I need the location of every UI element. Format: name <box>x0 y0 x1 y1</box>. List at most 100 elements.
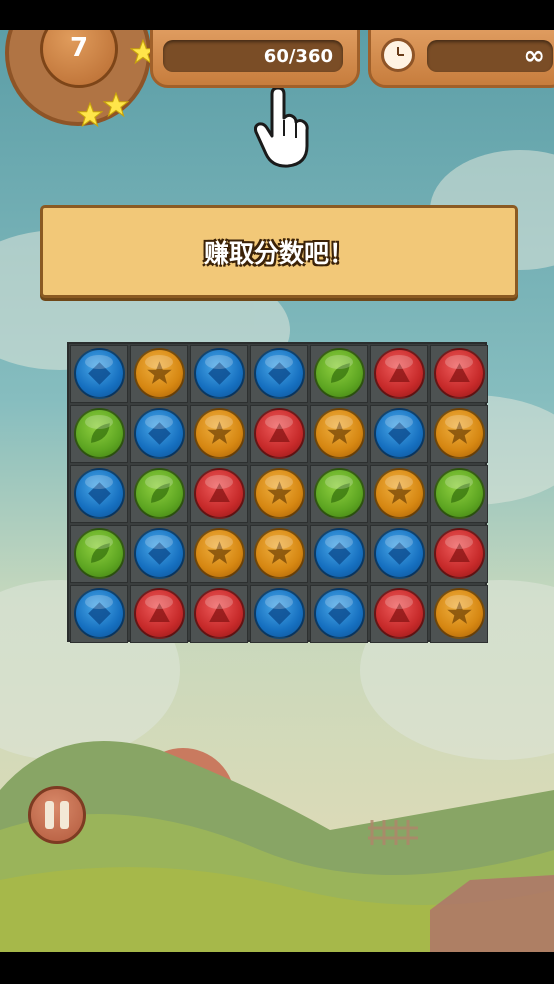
red-triangle-gem[interactable] <box>194 588 245 639</box>
blue-diamond-gem[interactable] <box>74 468 125 519</box>
hand-pointer-icon <box>254 88 309 168</box>
gem-highlight <box>85 475 113 489</box>
pause-icon <box>45 801 54 829</box>
board-cell[interactable] <box>130 345 188 403</box>
blue-diamond-gem[interactable] <box>254 348 305 399</box>
red-triangle-gem[interactable] <box>374 348 425 399</box>
score-panel: 60/360 <box>150 30 360 88</box>
gem-highlight <box>385 535 413 549</box>
gem-highlight <box>85 595 113 609</box>
red-triangle-gem[interactable] <box>254 408 305 459</box>
gem-highlight <box>205 355 233 369</box>
blue-diamond-gem[interactable] <box>194 348 245 399</box>
blue-diamond-gem[interactable] <box>134 408 185 459</box>
star-icon <box>77 102 103 128</box>
board-cell[interactable] <box>70 525 128 583</box>
board-cell[interactable] <box>130 585 188 643</box>
gem-highlight <box>325 415 353 429</box>
red-triangle-gem[interactable] <box>134 588 185 639</box>
green-leaf-gem[interactable] <box>74 408 125 459</box>
board-cell[interactable] <box>130 405 188 463</box>
board-cell[interactable] <box>370 345 428 403</box>
blue-diamond-gem[interactable] <box>254 588 305 639</box>
gem-highlight <box>385 355 413 369</box>
gem-highlight <box>385 595 413 609</box>
orange-star-gem[interactable] <box>254 468 305 519</box>
gem-highlight <box>445 475 473 489</box>
orange-star-gem[interactable] <box>434 408 485 459</box>
gem-highlight <box>445 355 473 369</box>
orange-star-gem[interactable] <box>134 348 185 399</box>
board-cell[interactable] <box>370 465 428 523</box>
board-cell[interactable] <box>130 525 188 583</box>
green-leaf-gem[interactable] <box>314 348 365 399</box>
board-cell[interactable] <box>70 405 128 463</box>
orange-star-gem[interactable] <box>434 588 485 639</box>
gem-highlight <box>265 415 293 429</box>
orange-star-gem[interactable] <box>254 528 305 579</box>
gem-highlight <box>85 535 113 549</box>
gem-highlight <box>325 475 353 489</box>
green-leaf-gem[interactable] <box>134 468 185 519</box>
board-cell[interactable] <box>430 405 488 463</box>
gem-highlight <box>85 415 113 429</box>
level-number: 7 <box>69 33 89 63</box>
board-cell[interactable] <box>430 465 488 523</box>
pause-button[interactable] <box>28 786 86 844</box>
green-leaf-gem[interactable] <box>434 468 485 519</box>
board-cell[interactable] <box>310 345 368 403</box>
pause-icon <box>60 801 69 829</box>
time-text: ∞ <box>523 41 545 71</box>
blue-diamond-gem[interactable] <box>314 588 365 639</box>
blue-diamond-gem[interactable] <box>74 348 125 399</box>
board-cell[interactable] <box>430 525 488 583</box>
blue-diamond-gem[interactable] <box>374 408 425 459</box>
blue-diamond-gem[interactable] <box>374 528 425 579</box>
board-cell[interactable] <box>430 345 488 403</box>
blue-diamond-gem[interactable] <box>134 528 185 579</box>
gem-highlight <box>385 415 413 429</box>
board-cell[interactable] <box>190 405 248 463</box>
board-cell[interactable] <box>430 585 488 643</box>
board-cell[interactable] <box>130 465 188 523</box>
board-cell[interactable] <box>370 585 428 643</box>
gem-highlight <box>145 355 173 369</box>
orange-star-gem[interactable] <box>314 408 365 459</box>
time-panel: ∞ <box>368 30 554 88</box>
red-triangle-gem[interactable] <box>194 468 245 519</box>
board-cell[interactable] <box>70 585 128 643</box>
board-cell[interactable] <box>250 405 308 463</box>
star-icon <box>103 92 129 118</box>
gem-highlight <box>205 595 233 609</box>
board-cell[interactable] <box>250 345 308 403</box>
red-triangle-gem[interactable] <box>434 528 485 579</box>
board-cell[interactable] <box>310 405 368 463</box>
gem-highlight <box>325 355 353 369</box>
orange-star-gem[interactable] <box>194 528 245 579</box>
gem-highlight <box>265 535 293 549</box>
green-leaf-gem[interactable] <box>314 468 365 519</box>
board-cell[interactable] <box>250 585 308 643</box>
blue-diamond-gem[interactable] <box>314 528 365 579</box>
blue-diamond-gem[interactable] <box>74 588 125 639</box>
board-cell[interactable] <box>70 465 128 523</box>
board-cell[interactable] <box>190 525 248 583</box>
board-cell[interactable] <box>370 525 428 583</box>
board-cell[interactable] <box>250 465 308 523</box>
orange-star-gem[interactable] <box>194 408 245 459</box>
board-cell[interactable] <box>310 465 368 523</box>
red-triangle-gem[interactable] <box>434 348 485 399</box>
orange-star-gem[interactable] <box>374 468 425 519</box>
board-cell[interactable] <box>250 525 308 583</box>
board-cell[interactable] <box>370 405 428 463</box>
time-bar: ∞ <box>427 40 553 72</box>
game-board <box>67 342 488 643</box>
board-cell[interactable] <box>190 345 248 403</box>
board-cell[interactable] <box>190 585 248 643</box>
board-cell[interactable] <box>310 585 368 643</box>
board-cell[interactable] <box>190 465 248 523</box>
green-leaf-gem[interactable] <box>74 528 125 579</box>
board-cell[interactable] <box>310 525 368 583</box>
board-cell[interactable] <box>70 345 128 403</box>
red-triangle-gem[interactable] <box>374 588 425 639</box>
